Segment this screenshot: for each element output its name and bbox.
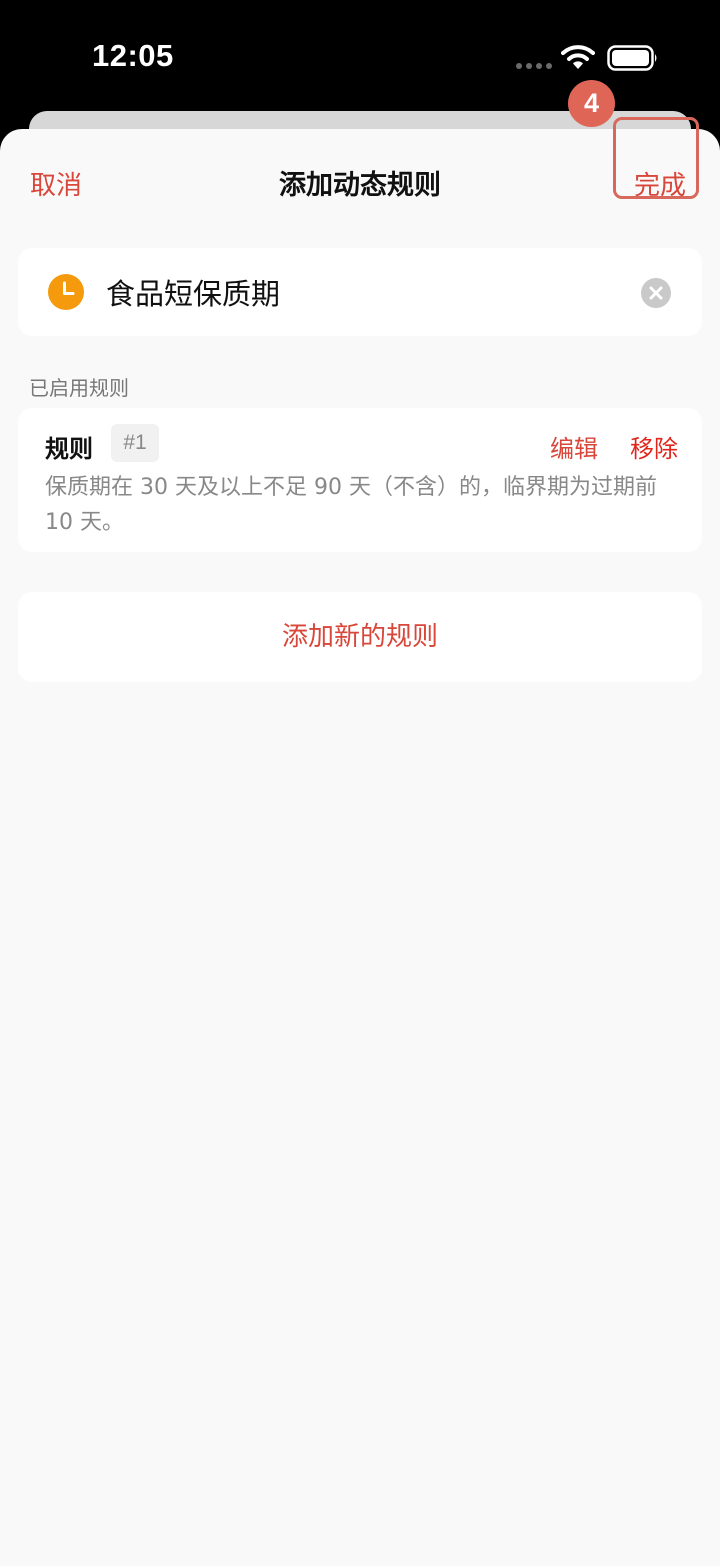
wifi-icon bbox=[561, 45, 595, 69]
clock-icon bbox=[48, 274, 84, 310]
rule-title: 规则 bbox=[45, 435, 93, 463]
rule-name-card bbox=[18, 248, 702, 336]
screen: 12:05 取消 添加动态规则 完成 4 食品短保质期 已启用规则 规则 #1 … bbox=[0, 0, 720, 1566]
cellular-dots-icon bbox=[516, 63, 552, 69]
step-badge: 4 bbox=[568, 80, 615, 127]
rule-description: 保质期在 30 天及以上不足 90 天（不含）的，临界期为过期前 10 天。 bbox=[45, 475, 657, 535]
add-rule-button[interactable]: 添加新的规则 bbox=[18, 592, 702, 682]
highlight-box bbox=[613, 117, 699, 199]
remove-rule-button[interactable]: 移除 bbox=[630, 429, 678, 464]
page-title: 添加动态规则 bbox=[279, 170, 441, 201]
section-label: 已启用规则 bbox=[29, 376, 129, 400]
edit-rule-button[interactable]: 编辑 bbox=[550, 429, 598, 464]
battery-icon bbox=[607, 45, 657, 71]
rule-index-badge: #1 bbox=[111, 424, 159, 462]
clear-icon[interactable] bbox=[641, 278, 671, 308]
rule-name-input[interactable] bbox=[106, 270, 606, 314]
rule-card: 规则 #1 编辑 移除 保质期在 30 天及以上不足 90 天（不含）的，临界期… bbox=[18, 408, 702, 552]
status-time: 12:05 bbox=[92, 38, 174, 73]
modal-sheet bbox=[0, 129, 720, 1566]
